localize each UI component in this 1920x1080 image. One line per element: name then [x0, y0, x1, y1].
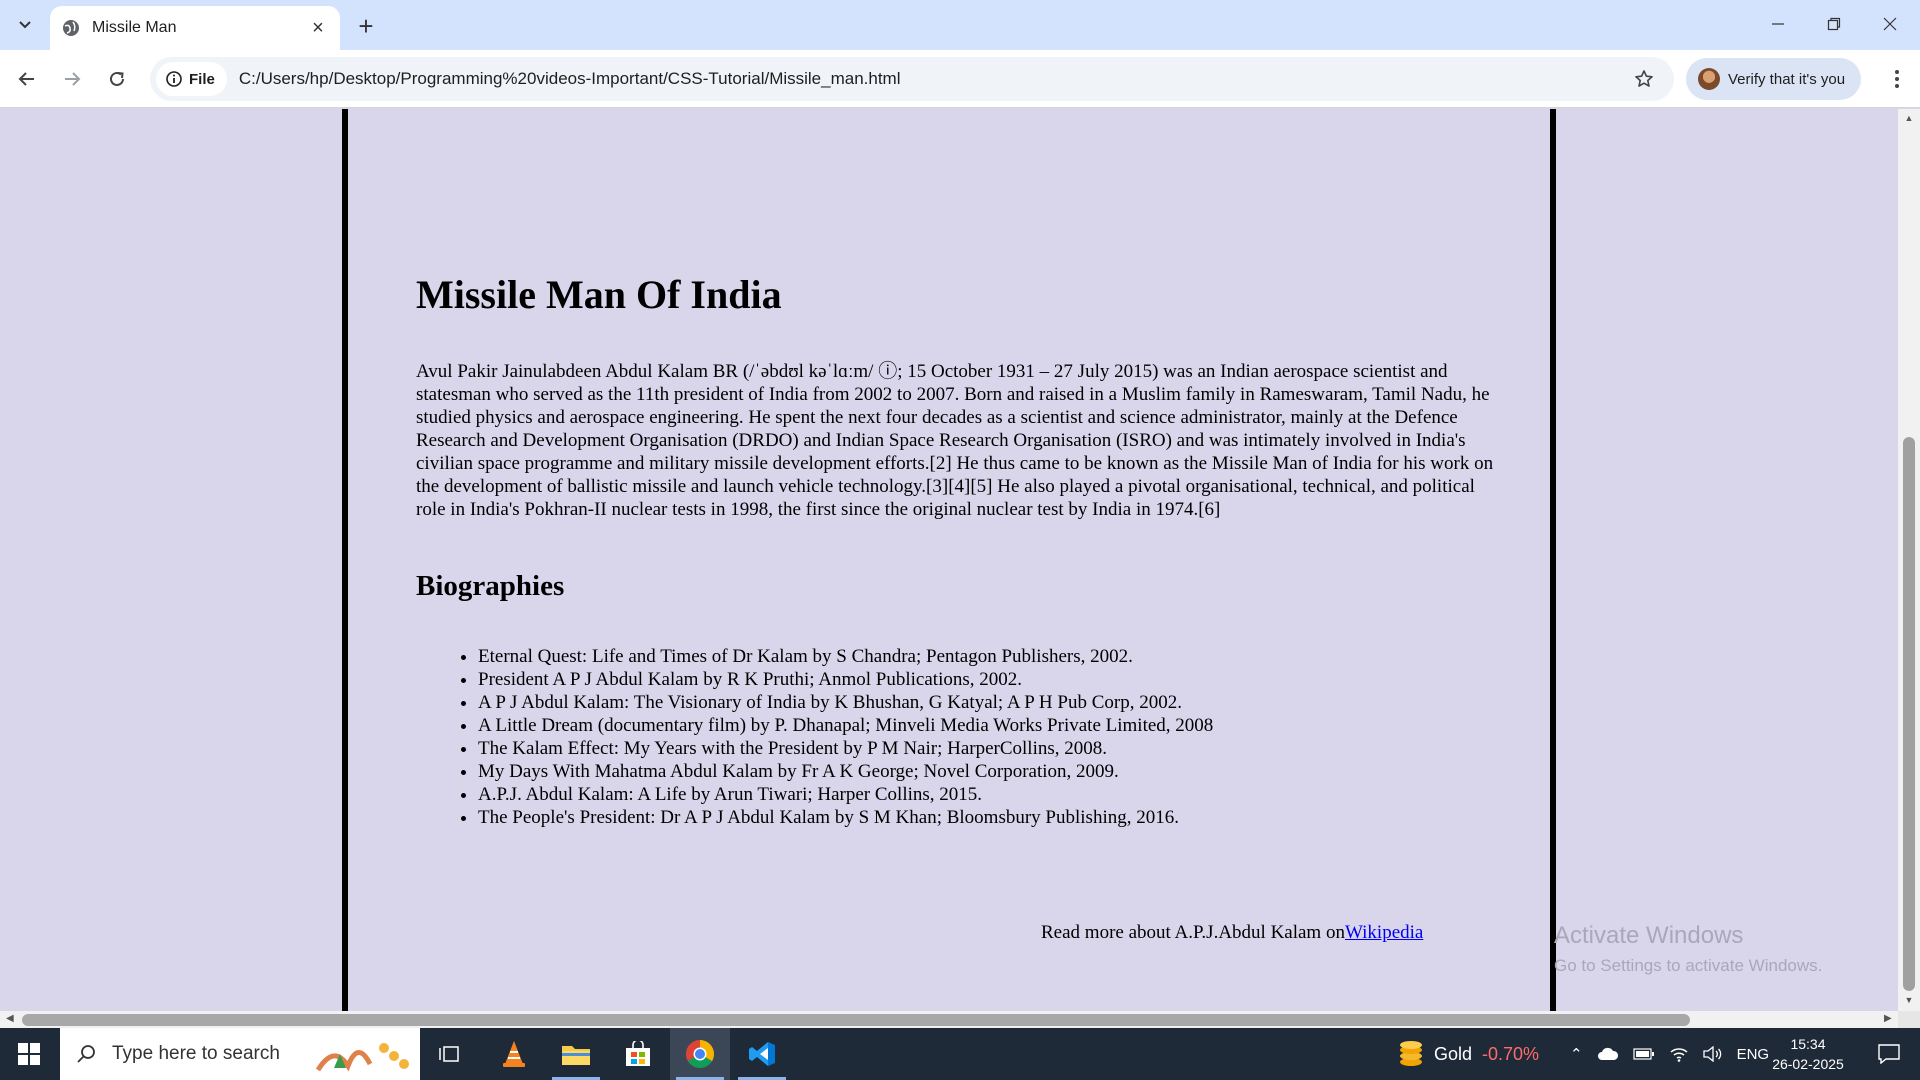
watermark-title: Activate Windows	[1554, 922, 1744, 949]
chrome-taskbar-button[interactable]	[670, 1028, 730, 1080]
verify-label: Verify that it's you	[1728, 70, 1846, 88]
list-item: A Little Dream (documentary film) by P. …	[478, 714, 1456, 737]
clock-date: 26-02-2025	[1772, 1056, 1844, 1072]
avatar	[1698, 68, 1720, 90]
vertical-scroll-thumb[interactable]	[1903, 437, 1915, 991]
volume-icon[interactable]	[1702, 1046, 1723, 1062]
read-more-text: Read more about A.P.J.Abdul Kalam on	[1041, 922, 1345, 943]
folder-icon	[562, 1046, 590, 1065]
page-viewport: Missile Man Of India Avul Pakir Jainulab…	[0, 109, 1898, 1011]
onedrive-cloud-icon[interactable]	[1597, 1047, 1619, 1061]
info-icon	[166, 71, 182, 87]
close-icon	[1883, 17, 1897, 31]
scroll-up-icon[interactable]: ▲	[1903, 113, 1915, 123]
address-bar[interactable]: File C:/Users/hp/Desktop/Programming%20v…	[150, 57, 1674, 101]
vertical-scrollbar[interactable]: ▲ ▼	[1898, 109, 1920, 1011]
gold-change: -0.70%	[1482, 1043, 1540, 1064]
scroll-right-icon[interactable]: ▶	[1884, 1013, 1892, 1024]
browser-menu-button[interactable]	[1880, 62, 1914, 96]
back-button[interactable]	[10, 62, 44, 96]
chrome-icon	[686, 1040, 714, 1068]
taskbar-clock[interactable]: 15:34 26-02-2025	[1768, 1034, 1848, 1074]
horizontal-scrollbar[interactable]: ◀ ▶	[0, 1011, 1898, 1028]
weather-widget[interactable]: Gold -0.70%	[1398, 1028, 1539, 1080]
store-icon	[626, 1041, 650, 1066]
chevron-down-icon	[19, 21, 31, 29]
wikipedia-link[interactable]: Wikipedia	[1345, 922, 1423, 943]
intro-paragraph: Avul Pakir Jainulabdeen Abdul Kalam BR (…	[416, 361, 1494, 520]
vscode-taskbar-button[interactable]	[732, 1028, 792, 1080]
close-window-button[interactable]	[1862, 0, 1918, 48]
biographies-heading: Biographies	[416, 570, 565, 602]
content-card: Missile Man Of India Avul Pakir Jainulab…	[342, 109, 1556, 1011]
list-item: President A P J Abdul Kalam by R K Pruth…	[478, 668, 1456, 691]
tab-title: Missile Man	[92, 19, 177, 36]
file-explorer-taskbar-button[interactable]	[546, 1028, 606, 1080]
taskbar-search-box[interactable]: Type here to search	[60, 1028, 420, 1080]
list-item: The Kalam Effect: My Years with the Pres…	[478, 737, 1456, 760]
clock-time: 15:34	[1790, 1036, 1826, 1052]
search-highlight-art-icon	[315, 1043, 409, 1072]
vlc-taskbar-button[interactable]	[484, 1028, 544, 1080]
list-item: A.P.J. Abdul Kalam: A Life by Arun Tiwar…	[478, 783, 1456, 806]
close-tab-icon[interactable]: ×	[306, 16, 330, 40]
biographies-list: Eternal Quest: Life and Times of Dr Kala…	[456, 645, 1456, 829]
windows-logo-icon	[18, 1043, 40, 1065]
more-vertical-icon	[1895, 70, 1899, 88]
notifications-button[interactable]	[1862, 1028, 1916, 1080]
browser-toolbar: File C:/Users/hp/Desktop/Programming%20v…	[0, 50, 1920, 108]
scrollbar-corner	[1898, 1011, 1920, 1028]
restore-button[interactable]	[1806, 0, 1862, 48]
restore-icon	[1827, 17, 1841, 31]
horizontal-scroll-thumb[interactable]	[22, 1014, 1690, 1026]
search-icon	[77, 1045, 95, 1063]
watermark-subtitle: Go to Settings to activate Windows.	[1554, 956, 1823, 975]
tab-bar: Missile Man × +	[0, 0, 1920, 50]
battery-icon[interactable]	[1632, 1048, 1655, 1060]
arrow-left-icon	[18, 72, 34, 86]
language-indicator[interactable]: ENG	[1737, 1046, 1770, 1063]
vscode-icon	[749, 1042, 775, 1066]
activate-windows-watermark: Activate Windows Go to Settings to activ…	[1554, 922, 1822, 976]
verify-profile-button[interactable]: Verify that it's you	[1686, 58, 1862, 100]
site-chip-label: File	[189, 70, 215, 88]
task-view-button[interactable]	[420, 1028, 480, 1080]
forward-button[interactable]	[55, 62, 89, 96]
active-tab[interactable]: Missile Man ×	[50, 6, 340, 50]
notification-icon	[1878, 1044, 1900, 1064]
reload-icon	[110, 71, 124, 86]
list-item: Eternal Quest: Life and Times of Dr Kala…	[478, 645, 1456, 668]
minimize-icon	[1772, 23, 1784, 25]
store-taskbar-button[interactable]	[608, 1028, 668, 1080]
page-title: Missile Man Of India	[416, 272, 782, 317]
new-tab-button[interactable]: +	[350, 10, 382, 42]
reload-button[interactable]	[100, 62, 134, 96]
gold-label: Gold	[1434, 1043, 1473, 1064]
url-text[interactable]: C:/Users/hp/Desktop/Programming%20videos…	[239, 69, 1624, 89]
site-info-chip[interactable]: File	[156, 62, 227, 96]
start-button[interactable]	[0, 1028, 58, 1080]
taskbar-search-placeholder: Type here to search	[112, 1043, 280, 1064]
minimize-button[interactable]	[1750, 0, 1806, 48]
scroll-down-icon[interactable]: ▼	[1903, 995, 1915, 1005]
wifi-icon[interactable]	[1669, 1046, 1689, 1062]
list-item: The People's President: Dr A P J Abdul K…	[478, 806, 1456, 829]
bookmark-button[interactable]	[1624, 69, 1664, 89]
globe-icon	[63, 20, 79, 36]
windows-taskbar: Type here to search Gold -0.70% ⌃ ENG 15…	[0, 1028, 1920, 1080]
tab-search-button[interactable]	[8, 8, 42, 42]
scroll-left-icon[interactable]: ◀	[6, 1013, 14, 1024]
vlc-cone-icon	[503, 1041, 525, 1067]
list-item: A P J Abdul Kalam: The Visionary of Indi…	[478, 691, 1456, 714]
star-icon	[1635, 70, 1653, 87]
chevron-up-icon[interactable]: ⌃	[1570, 1045, 1583, 1063]
gold-coins-icon	[1400, 1041, 1422, 1066]
system-tray: ⌃ ENG	[1570, 1028, 1769, 1080]
list-item: My Days With Mahatma Abdul Kalam by Fr A…	[478, 760, 1456, 783]
read-more-line: Read more about A.P.J.Abdul Kalam onWiki…	[1041, 922, 1423, 944]
task-view-icon	[439, 1046, 459, 1062]
arrow-right-icon	[65, 72, 81, 86]
